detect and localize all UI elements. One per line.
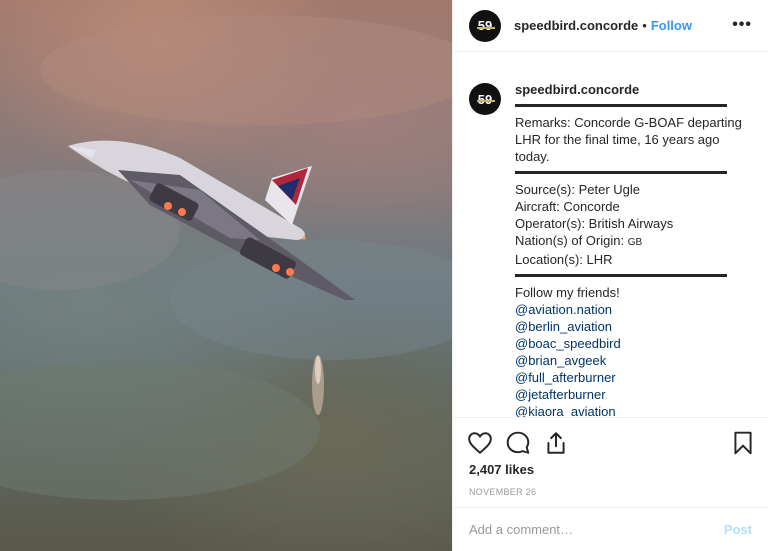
share-icon[interactable] [543,430,569,456]
mention-link[interactable]: @kiaora_aviation [515,403,747,417]
caption-location: Location(s): LHR [515,252,613,267]
caption: 59 speedbird.concorde Remarks: Concorde … [469,81,752,417]
divider [515,274,727,280]
caption-source: Source(s): Peter Ugle [515,182,640,197]
comment-box: Post [453,507,768,551]
caption-origin: Nation(s) of Origin: GB [515,232,747,251]
mention-link[interactable]: @berlin_aviation [515,318,747,335]
like-heart-icon[interactable] [467,430,493,456]
header-username[interactable]: speedbird.concorde [514,18,638,33]
comment-input[interactable] [469,522,724,537]
comment-bubble-icon[interactable] [505,430,531,456]
comments-area[interactable]: 59 speedbird.concorde Remarks: Concorde … [453,53,768,417]
caption-aircraft: Aircraft: Concorde [515,199,620,214]
instagram-post: 59 speedbird.concorde • Follow ••• 59 sp… [0,0,768,551]
post-comment-button[interactable]: Post [724,522,752,537]
follow-button[interactable]: Follow [651,18,692,33]
caption-operator: Operator(s): British Airways [515,216,674,231]
divider [515,104,727,110]
avatar-text: 59 [477,18,493,33]
bookmark-icon[interactable] [730,430,756,456]
avatar-stripe [477,26,495,29]
divider [515,171,727,177]
caption-follow-intro: Follow my friends! [515,285,620,300]
mention-link[interactable]: @aviation.nation [515,301,747,318]
avatar-text: 59 [477,91,493,107]
mention-link[interactable]: @brian_avgeek [515,352,747,369]
caption-remarks: Remarks: Concorde G-BOAF departing LHR f… [515,115,742,164]
caption-username[interactable]: speedbird.concorde [515,81,747,98]
origin-label: Nation(s) of Origin: [515,233,628,248]
more-options-icon[interactable]: ••• [732,16,752,34]
post-panel: 59 speedbird.concorde • Follow ••• 59 sp… [452,0,768,551]
actions-area: 2,407 likes NOVEMBER 26 [453,417,768,507]
post-date: NOVEMBER 26 [469,487,537,497]
mention-link[interactable]: @full_afterburner [515,369,747,386]
likes-count[interactable]: 2,407 likes [469,462,534,477]
concorde-image [0,15,452,500]
action-bar [453,418,768,466]
separator-dot: • [642,18,647,33]
post-photo[interactable] [0,0,452,551]
caption-avatar[interactable]: 59 [469,83,501,115]
origin-code: GB [627,237,643,248]
avatar[interactable]: 59 [469,9,501,42]
avatar-stripe [477,100,495,102]
mention-link[interactable]: @boac_speedbird [515,335,747,352]
post-header: 59 speedbird.concorde • Follow ••• [453,0,768,52]
caption-body: speedbird.concorde Remarks: Concorde G-B… [515,81,747,417]
mention-link[interactable]: @jetafterburner [515,386,747,403]
